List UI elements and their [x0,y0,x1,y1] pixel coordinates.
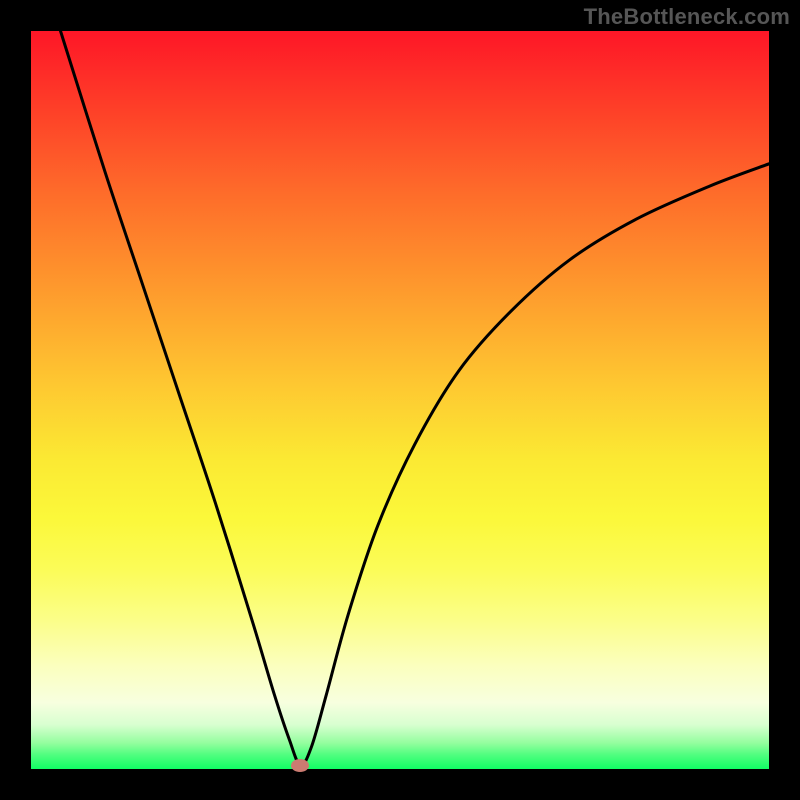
optimal-point-marker [291,759,309,772]
bottleneck-curve [31,31,769,769]
watermark-text: TheBottleneck.com [584,4,790,30]
plot-area [31,31,769,769]
chart-container: TheBottleneck.com [0,0,800,800]
